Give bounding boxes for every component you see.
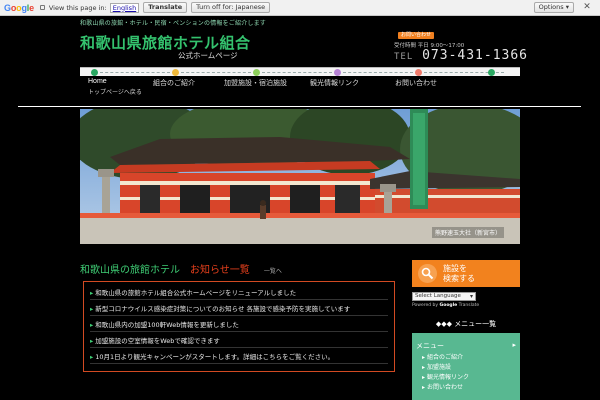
sidebar-item-links[interactable]: 観光情報リンク bbox=[422, 372, 469, 381]
nav-dot bbox=[334, 69, 341, 76]
news-item[interactable]: 和歌山県の旅館ホテル組合公式ホームページをリニューアルしました bbox=[90, 286, 388, 300]
site-tagline: 和歌山県の旅館・ホテル・民宿・ペンションの情報をご紹介します bbox=[80, 20, 267, 27]
news-item[interactable]: 新型コロナウイルス感染症対策についてのお知らせ 各施設で感染予防を実施しています bbox=[90, 302, 388, 316]
news-item[interactable]: 和歌山県内の加盟100軒Web情報を更新しました bbox=[90, 318, 388, 332]
search-icon bbox=[418, 264, 437, 283]
sidebar-section-head: ◆◆◆ メニュー一覧 bbox=[435, 320, 497, 328]
nav-dot bbox=[415, 69, 422, 76]
sidebar-menu: メニュー ▸ 組合のご紹介 加盟施設 観光情報リンク お問い合わせ bbox=[412, 333, 520, 400]
search-label: 施設を 検索する bbox=[443, 264, 475, 283]
nav-item-about[interactable]: 組合のご紹介 bbox=[153, 78, 195, 88]
nav-dot bbox=[488, 69, 495, 76]
nav-dot bbox=[91, 69, 98, 76]
sidebar-item-facilities[interactable]: 加盟施設 bbox=[422, 362, 451, 371]
translate-button[interactable]: Translate bbox=[143, 2, 188, 13]
news-list: 和歌山県の旅館ホテル組合公式ホームページをリニューアルしました 新型コロナウイル… bbox=[83, 281, 395, 372]
nav-divider bbox=[343, 72, 413, 73]
sidebar-item-contact[interactable]: お問い合わせ bbox=[422, 382, 463, 391]
sidebar-item-about[interactable]: 組合のご紹介 bbox=[422, 352, 463, 361]
google-brand: Google bbox=[439, 303, 458, 308]
nav-item-contact[interactable]: お問い合わせ bbox=[395, 78, 437, 88]
facility-search-button[interactable]: 施設を 検索する bbox=[412, 260, 520, 287]
news-heading-text: 和歌山県の旅館ホテル bbox=[80, 265, 180, 276]
hero-image: 熊野速玉大社（新宮市） bbox=[80, 109, 520, 244]
lock-icon bbox=[39, 5, 45, 10]
nav-divider bbox=[100, 72, 170, 73]
news-list-link[interactable]: 一覧へ bbox=[264, 268, 282, 275]
phone-number[interactable]: TEL 073-431-1366 bbox=[394, 48, 528, 63]
nav-dot bbox=[172, 69, 179, 76]
tel-prefix: TEL bbox=[394, 52, 414, 62]
news-item[interactable]: 10月1日より観光キャンペーンがスタートします。詳細はこちらをご覧ください。 bbox=[90, 350, 388, 364]
nav-home[interactable]: Home bbox=[88, 78, 107, 85]
language-select[interactable]: English bbox=[109, 2, 140, 13]
turn-off-button[interactable]: Turn off for: Japanese bbox=[191, 2, 271, 13]
news-item[interactable]: 加盟施設の空室情報をWebで確認できます bbox=[90, 334, 388, 348]
nav-home-sub[interactable]: トップページへ戻る bbox=[88, 87, 142, 96]
translate-prompt: View this page in: bbox=[48, 3, 107, 12]
google-logo: Google bbox=[4, 2, 34, 13]
language-dropdown[interactable]: Select Language bbox=[412, 292, 476, 301]
sidebar-menu-head[interactable]: メニュー bbox=[416, 341, 444, 351]
hero-caption: 熊野速玉大社（新宮市） bbox=[431, 227, 504, 238]
nav-divider bbox=[262, 72, 332, 73]
close-icon[interactable]: ✕ bbox=[580, 2, 594, 13]
shrine-photo bbox=[80, 109, 520, 244]
nav-dot bbox=[253, 69, 260, 76]
chevron-right-icon[interactable]: ▸ bbox=[512, 341, 516, 349]
nav-item-links[interactable]: 観光情報リンク bbox=[310, 78, 359, 88]
nav-divider bbox=[181, 72, 251, 73]
powered-by: Powered by Google Translate bbox=[412, 303, 480, 308]
translate-bar: Google View this page in: English Transl… bbox=[0, 0, 600, 16]
nav-bar bbox=[80, 67, 520, 76]
news-heading: 和歌山県の旅館ホテル お知らせ一覧 一覧へ bbox=[80, 261, 282, 276]
site-subtitle: 公式ホームページ bbox=[178, 51, 238, 60]
contact-badge[interactable]: お問い合わせ bbox=[398, 32, 434, 39]
tel-number: 073-431-1366 bbox=[422, 48, 529, 63]
divider bbox=[18, 106, 581, 107]
options-button[interactable]: Options ▾ bbox=[533, 2, 574, 13]
news-heading-accent: お知らせ一覧 bbox=[190, 265, 250, 276]
nav-item-facilities[interactable]: 加盟施設・宿泊施設 bbox=[224, 78, 287, 88]
